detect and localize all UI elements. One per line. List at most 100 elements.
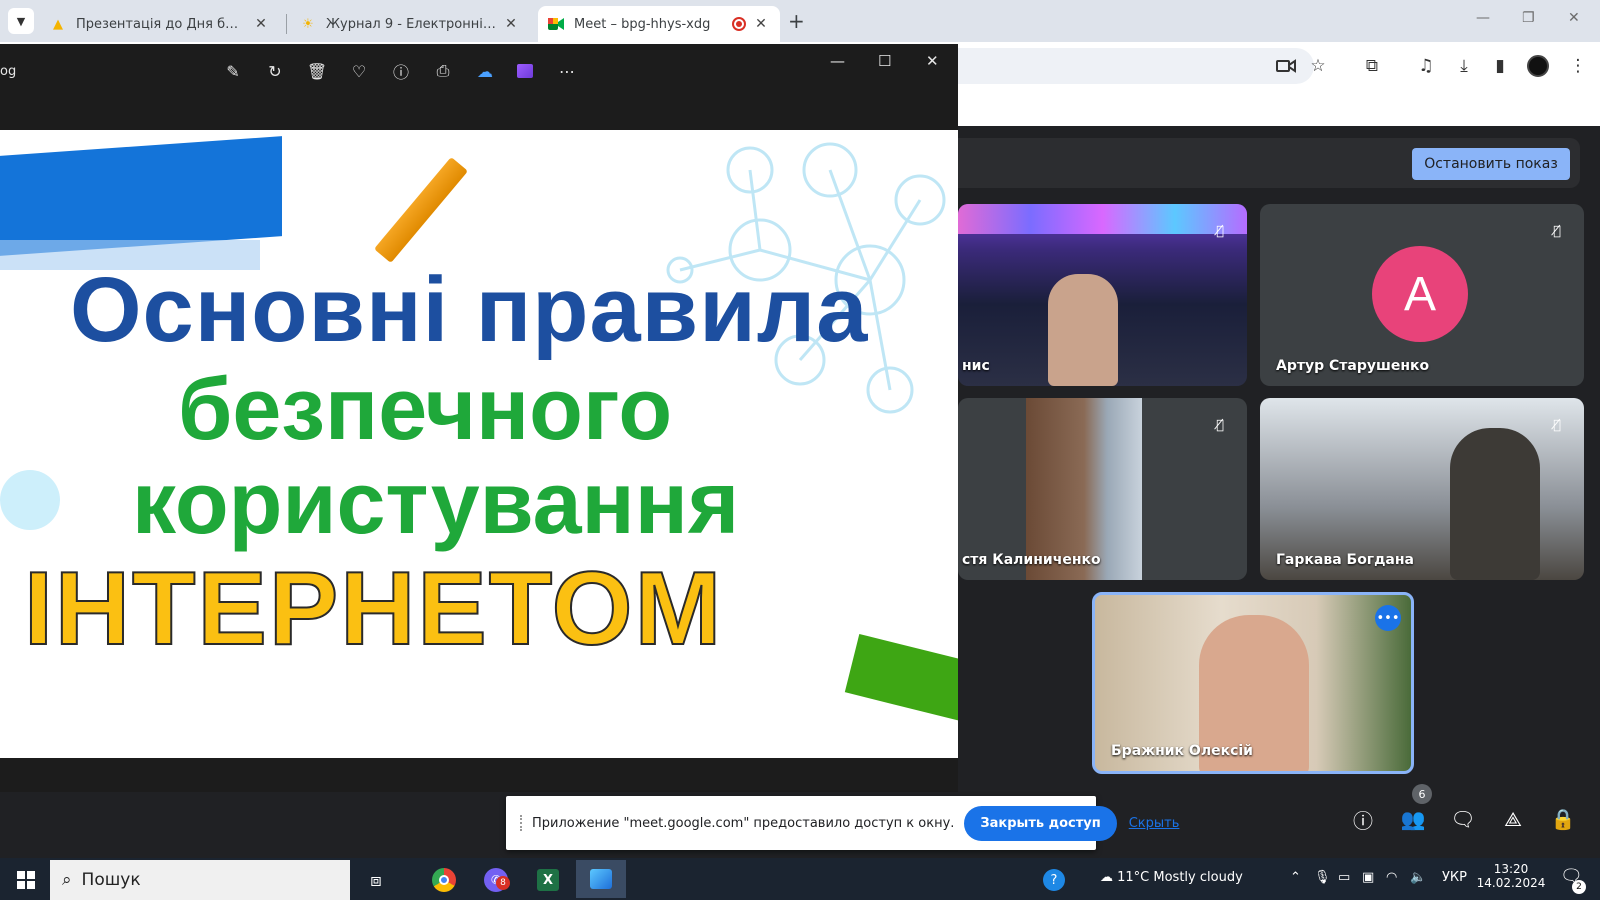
delete-icon[interactable]: 🗑 [304,58,330,84]
viewer-minimize-icon[interactable]: — [830,52,845,70]
participant-name: Гаркава Богдана [1276,552,1414,568]
tab-title: Meet – bpg-hhys-xdg [574,16,711,32]
address-bar[interactable] [958,48,1314,84]
clock[interactable]: 13:20 14.02.2024 [1476,862,1546,890]
extensions-icon[interactable]: ⧉ [1360,54,1384,78]
weather-widget[interactable]: ☁ 11°C Mostly cloudy [1100,870,1243,885]
viewer-close-icon[interactable]: ✕ [926,52,939,70]
input-language[interactable]: УКР [1442,870,1467,885]
host-controls-icon[interactable]: 🔒 [1548,804,1578,834]
battery-icon[interactable]: ▭ [1338,870,1350,885]
chat-icon[interactable]: 🗨 [1448,804,1478,834]
tab-presentation[interactable]: ▲ Презентація до Дня безпечно ✕ [40,6,280,42]
people-icon[interactable]: 👥 [1398,804,1428,834]
participant-tile[interactable]: А 🎙̸ Артур Старушенко [1260,204,1584,386]
meet-header [958,88,1600,126]
meet-icon [548,16,564,32]
minimize-icon[interactable]: — [1476,10,1490,26]
person-silhouette [1450,428,1540,580]
participant-name: нис [962,358,990,374]
recording-icon [732,17,746,31]
notification-badge: 8 [496,876,510,890]
tab-close-icon[interactable]: ✕ [752,16,770,32]
participant-name: стя Калиниченко [962,552,1101,568]
display-icon[interactable]: ▣ [1362,870,1374,885]
participant-name: Бражник Олексій [1111,743,1253,759]
viewer-bottom-bar [0,758,958,792]
favorite-heart-icon[interactable]: ♡ [346,58,372,84]
participant-tile-active[interactable]: ••• Бражник Олексій [1092,592,1414,774]
slide-title-line4: ІНТЕРНЕТОМ [23,550,724,668]
blue-stripe-decoration [0,136,282,256]
side-panel-icon[interactable]: ▮ [1488,54,1512,78]
tab-search-button[interactable]: ▼ [8,8,34,34]
info-icon[interactable]: ⓘ [1348,804,1378,834]
task-view-icon[interactable]: ⧈ [360,864,392,896]
tab-meet[interactable]: Meet – bpg-hhys-xdg ✕ [538,6,780,42]
stop-sharing-button[interactable]: Закрыть доступ [964,805,1117,841]
clock-time: 13:20 [1493,862,1529,876]
media-control-icon[interactable]: ♫ [1414,54,1438,78]
chrome-app-icon[interactable] [428,864,460,896]
mic-off-icon: 🎙̸ [1216,223,1224,239]
participant-tile[interactable]: 🎙̸ стя Калиниченко [958,398,1247,580]
drag-handle-icon[interactable] [520,815,522,831]
viewer-title: og [0,64,17,79]
tab-close-icon[interactable]: ✕ [252,16,270,32]
photo-viewer-toolbar [0,44,958,130]
hide-link[interactable]: Скрыть [1129,816,1180,831]
clock-date: 14.02.2024 [1476,876,1546,890]
windows-start-icon[interactable] [10,864,42,896]
tab-title: Журнал 9 - Електронні щоден [326,16,496,32]
screen-share-notice: Приложение "meet.google.com" предоставил… [506,796,1179,850]
slide-title-line3: користування [132,453,740,552]
more-menu-icon[interactable]: ⋮ [1566,54,1590,78]
slides-icon: ▲ [53,16,63,32]
wifi-icon[interactable]: ◠ [1386,870,1397,885]
help-icon[interactable]: ? [1038,864,1070,896]
tray-chevron-icon[interactable]: ⌃ [1290,870,1301,885]
participant-name: Артур Старушенко [1276,358,1430,374]
bookmark-star-icon[interactable]: ☆ [1306,54,1330,78]
pencil-decoration [374,156,468,264]
more-options-icon[interactable]: ••• [1375,605,1401,631]
edit-image-icon[interactable]: ✎ [220,58,246,84]
restore-icon[interactable]: ❐ [1522,10,1535,26]
green-stripe-decoration [844,633,958,727]
microphone-icon[interactable]: 🎙 [1314,870,1331,885]
gear-icon [0,470,60,530]
viewer-maximize-icon[interactable]: ☐ [878,52,891,70]
new-tab-button[interactable]: + [788,9,805,33]
info-icon[interactable]: ⓘ [388,58,414,84]
close-window-icon[interactable]: ✕ [1568,10,1580,26]
excel-app-icon[interactable]: X [532,864,564,896]
mic-off-icon: 🎙̸ [1216,417,1224,433]
more-options-icon[interactable]: ⋯ [554,58,580,84]
tab-close-icon[interactable]: ✕ [502,16,520,32]
mic-off-icon: 🎙̸ [1553,417,1561,433]
photos-app-icon[interactable] [576,860,626,898]
clipchamp-icon[interactable] [512,58,538,84]
onedrive-icon[interactable]: ☁ [472,58,498,84]
taskbar-search[interactable]: ⌕ Пошук [50,860,350,900]
stop-presenting-button[interactable]: Остановить показ [1412,148,1570,180]
tab-title: Презентація до Дня безпечно [76,16,246,32]
profile-avatar-icon[interactable] [1526,54,1550,78]
slide-image: Основні правила безпечного користування … [0,130,958,758]
people-count-badge: 6 [1412,784,1432,804]
mic-off-icon: 🎙̸ [1553,223,1561,239]
participant-tile[interactable]: 🎙̸ нис [958,204,1247,386]
activities-icon[interactable]: ⟁ [1498,804,1528,834]
volume-icon[interactable]: 🔈 [1410,870,1426,885]
search-icon: ⌕ [62,870,72,890]
tab-journal[interactable]: ☀ Журнал 9 - Електронні щоден ✕ [290,6,530,42]
camera-icon[interactable] [1274,54,1298,78]
participant-tile[interactable]: 🎙̸ Гаркава Богдана [1260,398,1584,580]
sun-icon: ☀ [302,16,314,32]
print-icon[interactable]: ⎙ [430,58,456,84]
slide-title-line1: Основні правила [70,259,869,361]
rotate-icon[interactable]: ↻ [262,58,288,84]
download-icon[interactable]: ⤓ [1452,54,1476,78]
weather-text: 11°C Mostly cloudy [1117,870,1243,885]
video-feed [958,204,1247,234]
